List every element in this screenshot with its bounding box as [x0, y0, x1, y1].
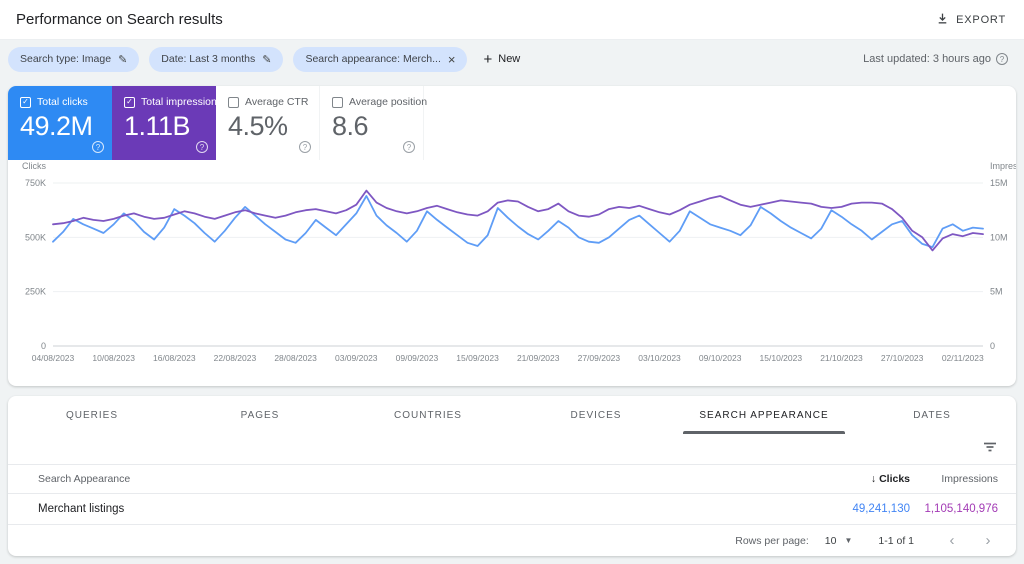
metric-label: Average CTR — [245, 96, 309, 108]
chip-label: Search appearance: Merch... — [305, 53, 441, 65]
svg-text:0: 0 — [990, 341, 995, 351]
svg-text:27/10/2023: 27/10/2023 — [881, 353, 924, 363]
metric-tile-total-impressions[interactable]: ✓ Total impressions 1.11B ? — [112, 86, 222, 160]
metric-value: 1.11B — [124, 111, 191, 141]
metric-tile-total-clicks[interactable]: ✓ Total clicks 49.2M ? — [8, 86, 112, 160]
metric-tile-average-ctr[interactable]: Average CTR 4.5% ? — [216, 86, 320, 160]
svg-text:27/09/2023: 27/09/2023 — [578, 353, 621, 363]
chip-label: Date: Last 3 months — [161, 53, 256, 65]
filter-chip-search-appearance[interactable]: Search appearance: Merch... × — [293, 46, 468, 72]
tab-countries[interactable]: COUNTRIES — [344, 396, 512, 434]
svg-text:10/08/2023: 10/08/2023 — [92, 353, 135, 363]
tab-queries[interactable]: QUERIES — [8, 396, 176, 434]
edit-icon[interactable]: ✎ — [118, 53, 127, 66]
pagination: Rows per page: 10 ▼ 1-1 of 1 ‹ › — [8, 525, 1016, 556]
download-icon — [936, 12, 949, 28]
svg-text:15M: 15M — [990, 178, 1008, 188]
column-header-search-appearance[interactable]: Search Appearance — [38, 473, 760, 485]
svg-text:0: 0 — [41, 341, 46, 351]
performance-chart-card: ✓ Total clicks 49.2M ? ✓ Total impressio… — [8, 86, 1016, 386]
svg-text:21/10/2023: 21/10/2023 — [820, 353, 863, 363]
plus-icon: + — [483, 50, 493, 68]
next-page-button[interactable]: › — [974, 532, 1002, 549]
table-toolbar — [8, 434, 1016, 464]
sort-desc-icon: ↓ — [870, 473, 877, 485]
help-icon[interactable]: ? — [996, 53, 1008, 65]
svg-text:04/08/2023: 04/08/2023 — [32, 353, 75, 363]
prev-page-button[interactable]: ‹ — [938, 532, 966, 549]
rows-per-page-value: 10 — [824, 534, 837, 547]
help-icon[interactable]: ? — [299, 141, 311, 153]
metric-tile-average-position[interactable]: Average position 8.6 ? — [320, 86, 428, 160]
svg-text:16/08/2023: 16/08/2023 — [153, 353, 196, 363]
table-row[interactable]: Merchant listings 49,241,130 1,105,140,9… — [8, 494, 1016, 524]
metric-label: Total impressions — [141, 96, 223, 108]
svg-text:5M: 5M — [990, 287, 1003, 297]
rows-per-page-select[interactable]: 10 ▼ — [825, 535, 853, 547]
svg-text:21/09/2023: 21/09/2023 — [517, 353, 560, 363]
filter-band: Search type: Image ✎ Date: Last 3 months… — [0, 40, 1024, 78]
svg-text:02/11/2023: 02/11/2023 — [942, 353, 984, 363]
export-button[interactable]: EXPORT — [936, 12, 1006, 28]
dimension-tabs: QUERIES PAGES COUNTRIES DEVICES SEARCH A… — [8, 396, 1016, 434]
tab-dates[interactable]: DATES — [848, 396, 1016, 434]
svg-text:Clicks: Clicks — [22, 161, 46, 171]
row-impressions-value: 1,105,140,976 — [924, 503, 998, 515]
svg-text:250K: 250K — [25, 287, 46, 297]
page-title: Performance on Search results — [16, 11, 223, 28]
column-header-clicks[interactable]: ↓ Clicks — [760, 473, 910, 485]
svg-text:09/09/2023: 09/09/2023 — [396, 353, 439, 363]
performance-line-chart[interactable]: 750K 15M 500K 10M 250K 5M 0 0 Clicks Impressions 0… — [8, 160, 1016, 372]
metric-value: 49.2M — [20, 111, 93, 141]
svg-text:Impressions: Impressions — [990, 161, 1016, 171]
svg-text:750K: 750K — [25, 178, 46, 188]
tab-devices[interactable]: DEVICES — [512, 396, 680, 434]
svg-text:03/09/2023: 03/09/2023 — [335, 353, 378, 363]
rows-per-page-label: Rows per page: — [735, 534, 809, 547]
table-header-row: Search Appearance ↓ Clicks Impressions — [8, 465, 1016, 493]
tab-search-appearance[interactable]: SEARCH APPEARANCE — [680, 396, 848, 434]
row-clicks-value: 49,241,130 — [852, 503, 910, 515]
svg-text:09/10/2023: 09/10/2023 — [699, 353, 742, 363]
checkbox-unchecked-icon[interactable] — [332, 96, 343, 108]
filter-chip-date[interactable]: Date: Last 3 months ✎ — [149, 46, 284, 72]
svg-text:15/09/2023: 15/09/2023 — [456, 353, 499, 363]
last-updated: Last updated: 3 hours ago ? — [863, 53, 1008, 65]
help-icon[interactable]: ? — [92, 141, 104, 153]
filter-chip-search-type[interactable]: Search type: Image ✎ — [8, 46, 140, 72]
metric-value: 8.6 — [332, 111, 369, 141]
help-icon[interactable]: ? — [196, 141, 208, 153]
checkbox-checked-icon[interactable]: ✓ — [20, 96, 31, 108]
dropdown-caret-icon: ▼ — [844, 536, 853, 545]
top-bar: Performance on Search results EXPORT — [0, 0, 1024, 40]
checkbox-checked-icon[interactable]: ✓ — [124, 96, 135, 108]
svg-text:500K: 500K — [25, 232, 46, 242]
metric-label: Average position — [349, 96, 428, 108]
column-header-impressions[interactable]: Impressions — [910, 473, 998, 485]
checkbox-unchecked-icon[interactable] — [228, 96, 239, 108]
pagination-range: 1-1 of 1 — [878, 534, 914, 547]
metric-label: Total clicks — [37, 96, 88, 108]
new-filter-button[interactable]: + New — [483, 51, 520, 68]
dimensions-table-card: QUERIES PAGES COUNTRIES DEVICES SEARCH A… — [8, 396, 1016, 556]
metric-tiles: ✓ Total clicks 49.2M ? ✓ Total impressio… — [8, 86, 1016, 160]
svg-text:22/08/2023: 22/08/2023 — [214, 353, 257, 363]
metric-value: 4.5% — [228, 111, 288, 141]
last-updated-text: Last updated: 3 hours ago — [863, 53, 991, 65]
export-label: EXPORT — [956, 13, 1006, 26]
filter-icon[interactable] — [982, 439, 998, 460]
chip-label: Search type: Image — [20, 53, 112, 65]
edit-icon[interactable]: ✎ — [262, 53, 271, 66]
new-filter-label: New — [498, 53, 521, 65]
svg-text:10M: 10M — [990, 232, 1008, 242]
close-icon[interactable]: × — [448, 53, 456, 66]
svg-text:03/10/2023: 03/10/2023 — [638, 353, 681, 363]
svg-text:15/10/2023: 15/10/2023 — [760, 353, 803, 363]
row-name: Merchant listings — [38, 503, 125, 515]
tab-pages[interactable]: PAGES — [176, 396, 344, 434]
help-icon[interactable]: ? — [403, 141, 415, 153]
svg-text:28/08/2023: 28/08/2023 — [274, 353, 317, 363]
